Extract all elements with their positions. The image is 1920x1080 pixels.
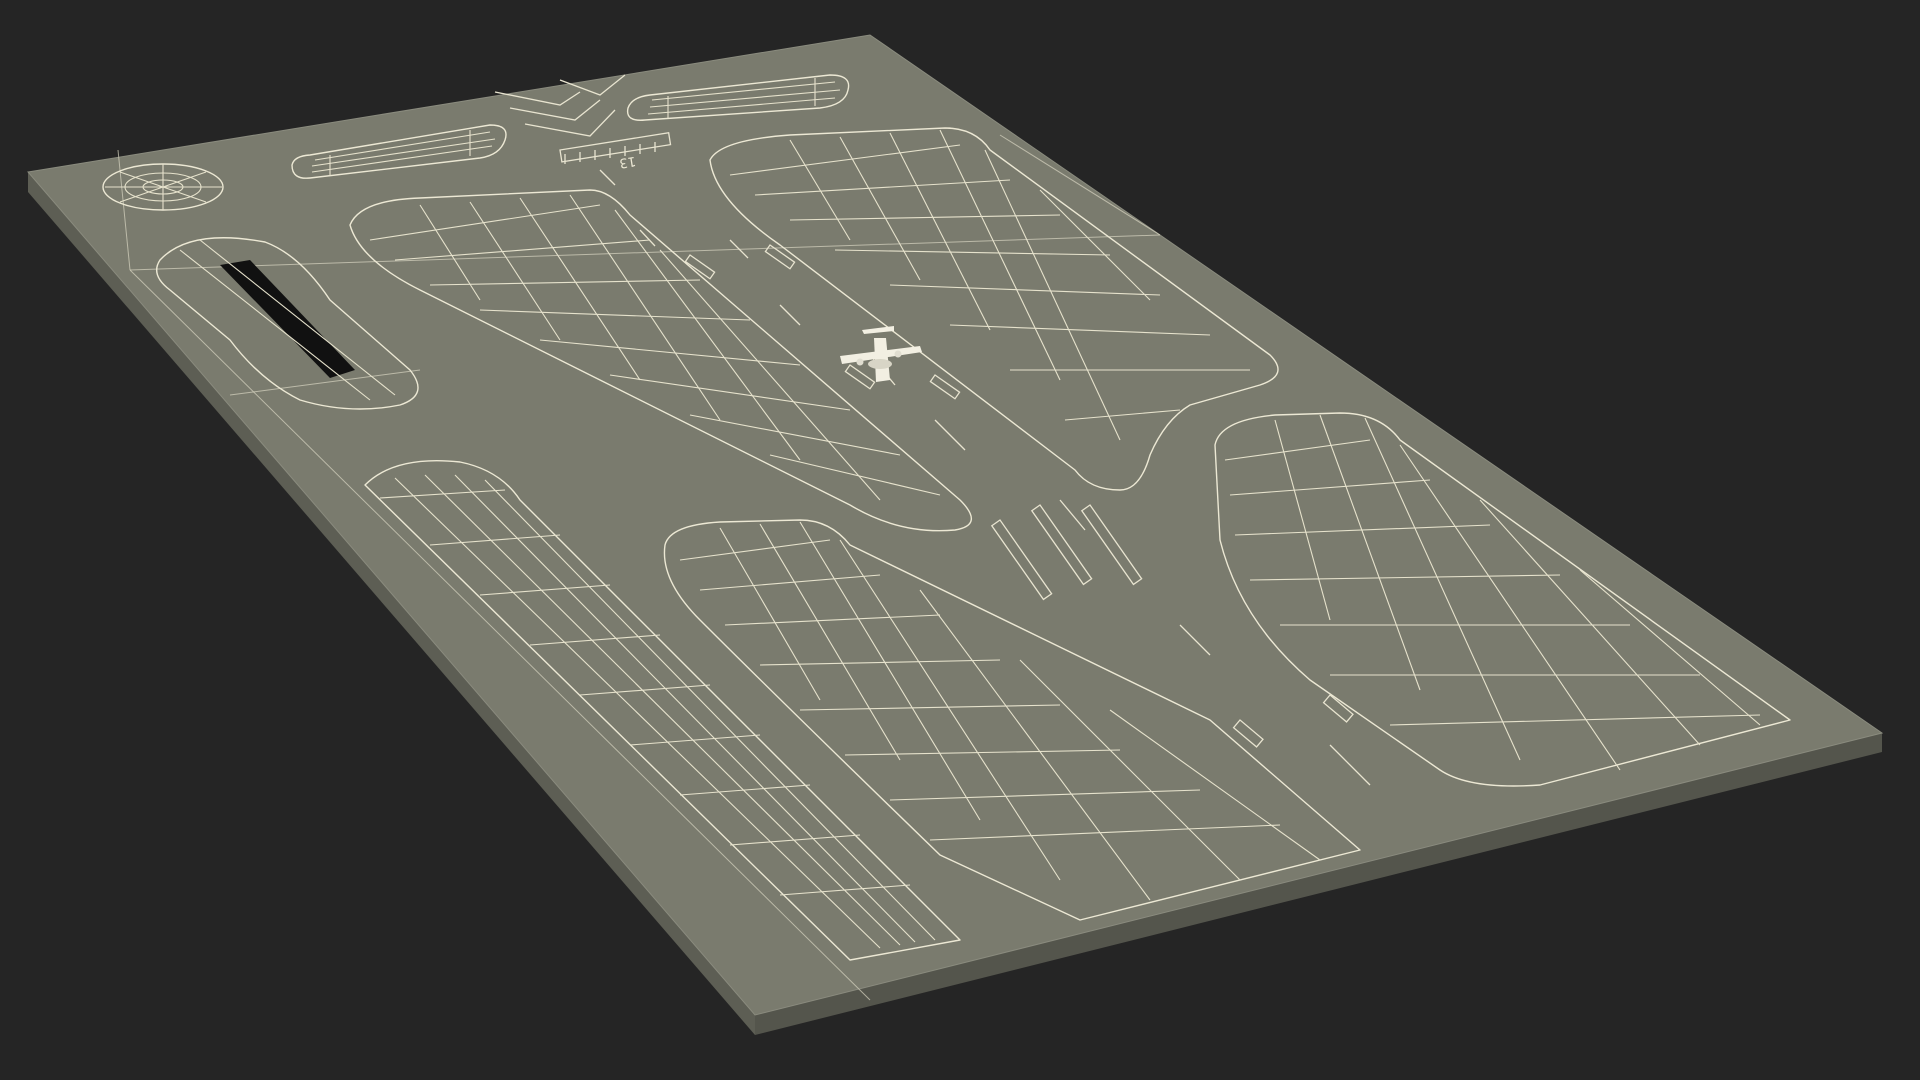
uv-layout-scene: 13 [27,34,1884,1035]
plate-top [27,34,1884,1016]
render-viewport: 13 [0,0,1920,1080]
uv-island-engine-disc [102,163,224,211]
runway-number: 13 [618,153,637,170]
